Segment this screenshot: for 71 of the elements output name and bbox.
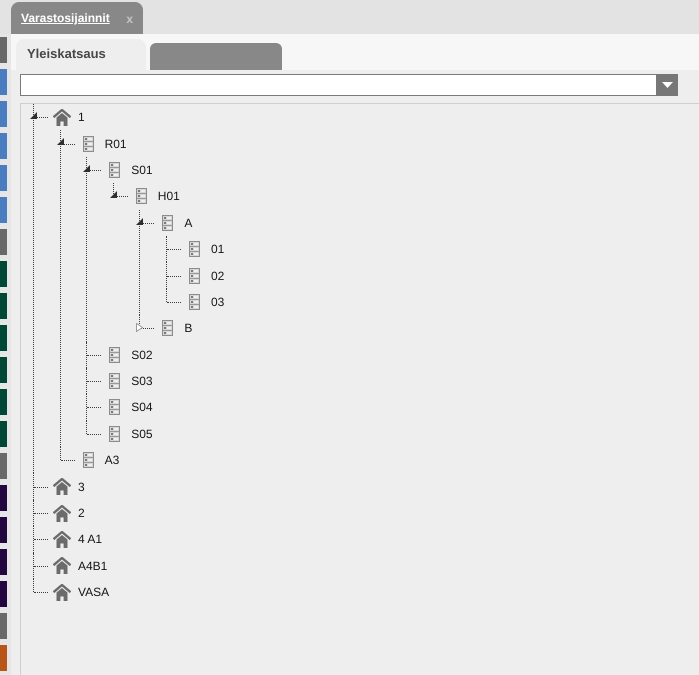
tab[interactable]	[150, 43, 282, 70]
sidebar-tile[interactable]	[0, 645, 7, 671]
caret-icon[interactable]	[136, 218, 144, 225]
tree-node-label[interactable]: S05	[131, 426, 153, 441]
sidebar-tile[interactable]	[0, 133, 7, 159]
tree-node-label[interactable]: 1	[78, 110, 85, 124]
tree-node-label[interactable]: A3	[104, 453, 120, 468]
shelf-icon	[188, 268, 200, 284]
sidebar-tile[interactable]	[0, 261, 7, 287]
sidebar-tile[interactable]	[0, 197, 7, 223]
sidebar-tile[interactable]	[0, 229, 7, 255]
shelf-icon	[162, 214, 174, 231]
sidebar-tile[interactable]	[0, 453, 7, 479]
sidebar-tile[interactable]	[0, 389, 7, 415]
shelf-icon	[109, 426, 120, 442]
tree-node-label[interactable]: S04	[131, 400, 153, 414]
shelf-icon	[109, 346, 120, 363]
window-tab[interactable]: Varastosijainnit x	[11, 2, 143, 34]
house-icon	[52, 478, 70, 496]
tree-node-label[interactable]: S01	[131, 162, 153, 177]
sidebar-tile[interactable]	[0, 37, 7, 63]
tree-node-label[interactable]: 01	[210, 242, 224, 256]
sidebar-tile[interactable]	[0, 581, 7, 607]
tree-node-label[interactable]: A	[184, 216, 192, 230]
shelf-icon	[136, 188, 147, 204]
shelf-icon	[109, 162, 120, 178]
caret-icon[interactable]	[136, 323, 144, 332]
sidebar-tile[interactable]	[0, 325, 7, 351]
sidebar-tile[interactable]	[0, 69, 7, 95]
shelf-icon	[188, 294, 200, 310]
tree-node-label[interactable]: B	[184, 321, 192, 336]
caret-down-icon	[662, 82, 672, 88]
tab[interactable]: Yleiskatsaus	[16, 39, 146, 70]
house-icon	[52, 530, 70, 548]
tree-node-label[interactable]: R01	[104, 136, 127, 151]
tree-node-label[interactable]: 4 A1	[78, 532, 102, 546]
shelf-icon	[109, 399, 120, 416]
tree-node-label[interactable]: S03	[131, 374, 153, 388]
select-field[interactable]	[20, 74, 656, 96]
shelf-icon	[188, 241, 200, 258]
tree-node-label[interactable]: 02	[210, 268, 224, 283]
tree-node-label[interactable]: 3	[78, 480, 85, 494]
window-tab-title[interactable]: Varastosijainnit	[21, 11, 110, 25]
tree-node-label[interactable]: S02	[131, 348, 153, 362]
sidebar-tile[interactable]	[0, 293, 7, 319]
house-icon	[52, 584, 70, 601]
shelf-icon	[82, 452, 94, 468]
tree-node-label[interactable]: H01	[158, 189, 180, 204]
tree-node-label[interactable]: 03	[210, 294, 224, 309]
caret-icon[interactable]	[83, 164, 90, 172]
sidebar-tile[interactable]	[0, 165, 7, 191]
caret-icon[interactable]	[110, 191, 117, 198]
tree-node-label[interactable]: 2	[78, 506, 85, 520]
sidebar-tile[interactable]	[0, 485, 7, 511]
tree-node-label[interactable]: VASA	[78, 585, 110, 600]
house-icon	[52, 108, 70, 126]
shelf-icon	[109, 373, 120, 390]
sidebar-tile[interactable]	[0, 549, 7, 575]
house-icon	[52, 557, 70, 574]
sidebar-tile[interactable]	[0, 101, 7, 127]
shelf-icon	[82, 136, 94, 152]
sidebar-tile[interactable]	[0, 613, 7, 639]
sidebar-tile[interactable]	[0, 421, 7, 447]
caret-icon[interactable]	[30, 112, 37, 119]
dropdown-button[interactable]	[656, 74, 678, 96]
tree-node-label[interactable]: A4B1	[78, 558, 108, 573]
sidebar-tile[interactable]	[0, 357, 7, 383]
house-icon	[52, 504, 70, 522]
sidebar-tile[interactable]	[0, 517, 7, 543]
shelf-icon	[162, 320, 174, 336]
caret-icon[interactable]	[56, 138, 64, 146]
